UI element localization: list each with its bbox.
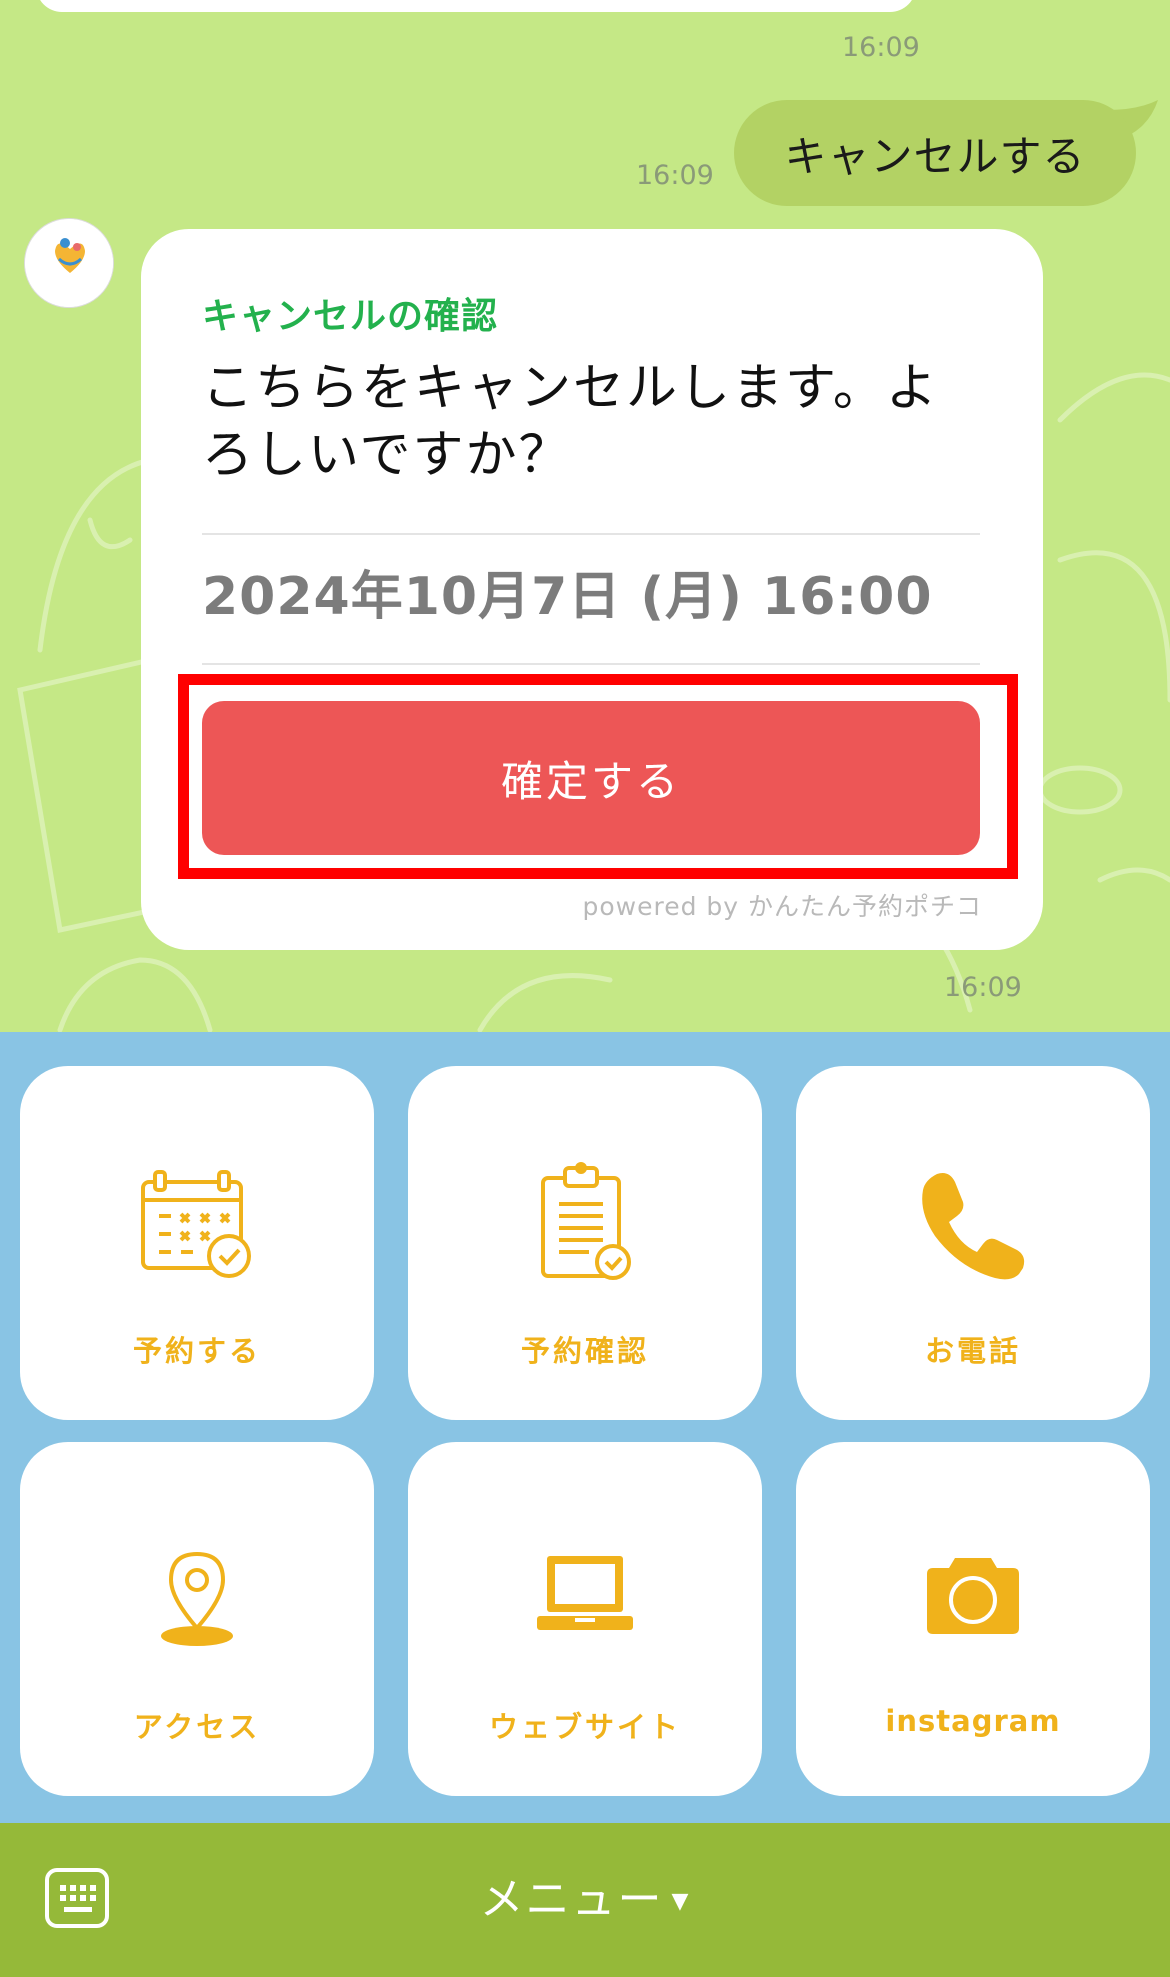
- message-timestamp: 16:09: [944, 972, 1022, 1003]
- menu-tile-reserve[interactable]: 予約する: [20, 1066, 374, 1420]
- menu-tile-label: アクセス: [133, 1710, 261, 1744]
- phone-icon: [922, 1173, 1025, 1280]
- powered-by-text: powered by かんたん予約ポチコ: [582, 892, 982, 921]
- menu-tile-check-reservation[interactable]: 予約確認: [408, 1066, 762, 1420]
- message-timestamp: 16:09: [842, 32, 920, 63]
- clinic-logo-icon: [25, 219, 113, 307]
- user-message-bubble[interactable]: キャンセルする: [734, 100, 1136, 206]
- menu-tile-access[interactable]: アクセス: [20, 1442, 374, 1796]
- reservation-datetime: 2024年10月7日 (月) 16:00: [202, 567, 933, 627]
- laptop-icon: [537, 1556, 633, 1630]
- menu-tile-instagram[interactable]: instagram: [796, 1442, 1150, 1796]
- menu-tile-label: ウェブサイト: [488, 1710, 681, 1744]
- menu-tile-label: 予約確認: [520, 1334, 649, 1368]
- chat-area[interactable]: 16:09 16:09 キャンセルする キャンセルの確認 こちらをキャンセルしま…: [0, 0, 1170, 1032]
- menu-tile-phone[interactable]: お電話: [796, 1066, 1150, 1420]
- card-message: こちらをキャンセルします。よろしいですか？: [202, 359, 939, 485]
- divider: [202, 533, 980, 535]
- camera-icon: [927, 1558, 1019, 1634]
- menu-tile-website[interactable]: ウェブサイト: [408, 1442, 762, 1796]
- message-timestamp: 16:09: [636, 160, 714, 191]
- menu-toggle-button[interactable]: メニュー ▼: [0, 1863, 1170, 1927]
- confirm-button[interactable]: 確定する: [202, 701, 980, 855]
- bottom-menu-bar: メニュー ▼: [0, 1823, 1170, 1977]
- clipboard-check-icon: [541, 1162, 631, 1280]
- menu-tile-label: 予約する: [132, 1334, 261, 1368]
- map-pin-icon: [161, 1551, 233, 1646]
- chevron-down-icon: ▼: [671, 1889, 691, 1914]
- menu-label: メニュー: [479, 1874, 664, 1925]
- calendar-check-icon: [141, 1170, 251, 1278]
- bot-avatar[interactable]: [24, 218, 114, 308]
- divider: [202, 663, 980, 665]
- cancel-confirmation-card: キャンセルの確認 こちらをキャンセルします。よろしいですか？ 2024年10月7…: [141, 229, 1043, 950]
- menu-tile-label: お電話: [924, 1334, 1021, 1368]
- previous-message-bubble: [36, 0, 916, 12]
- rich-menu: 予約する 予約確認 お電話 アクセス ウェブサイト instagram: [0, 1032, 1170, 1823]
- menu-tile-label: instagram: [885, 1704, 1061, 1738]
- card-title: キャンセルの確認: [202, 296, 499, 337]
